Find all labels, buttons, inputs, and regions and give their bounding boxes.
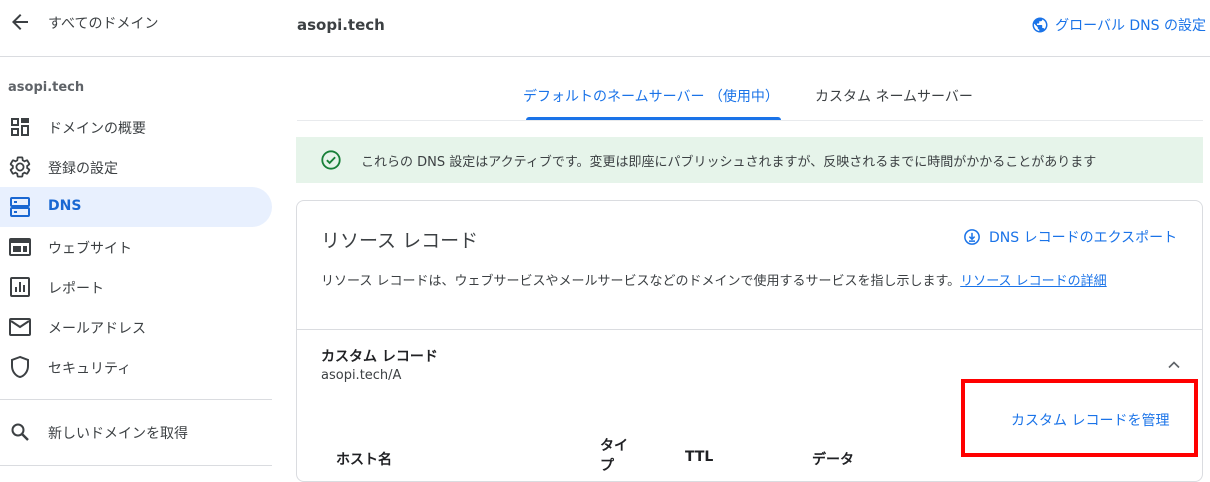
column-header-type: タイプ (600, 438, 628, 474)
sidebar-item-website[interactable]: ウェブサイト (0, 227, 272, 267)
custom-records-title: カスタム レコード (321, 349, 438, 365)
sidebar-item-registration-settings[interactable]: 登録の設定 (0, 147, 272, 187)
export-dns-records-button[interactable]: DNS レコードのエクスポート (963, 227, 1177, 247)
top-bar (0, 0, 1210, 57)
gear-icon (8, 155, 32, 179)
export-label: DNS レコードのエクスポート (989, 230, 1178, 246)
description-text: リソース レコードは、ウェブサービスやメールサービスなどのドメインで使用するサー… (321, 274, 961, 289)
sidebar-item-get-new-domain[interactable]: 新しいドメインを取得 (0, 412, 272, 452)
manage-custom-records-button[interactable]: カスタム レコードを管理 (1011, 410, 1169, 430)
mail-icon (8, 315, 32, 339)
sidebar-item-label: ドメインの概要 (48, 121, 146, 137)
card-divider (297, 329, 1202, 330)
download-icon (963, 228, 981, 246)
dashboard-icon (8, 115, 32, 139)
sidebar-item-label: メールアドレス (48, 321, 146, 337)
sidebar-item-label: セキュリティ (48, 361, 132, 377)
sidebar-item-label: レポート (48, 281, 104, 297)
sidebar-item-label: ウェブサイト (48, 241, 132, 257)
resource-records-details-link[interactable]: リソース レコードの詳細 (960, 274, 1106, 289)
all-domains-link[interactable]: すべてのドメイン (48, 13, 158, 33)
sidebar-item-label: 登録の設定 (48, 161, 118, 177)
resource-description: リソース レコードは、ウェブサービスやメールサービスなどのドメインで使用するサー… (321, 272, 1181, 292)
sidebar-item-overview[interactable]: ドメインの概要 (0, 107, 272, 147)
column-header-hostname: ホスト名 (336, 452, 392, 468)
web-icon (8, 235, 32, 259)
resource-records-title: リソース レコード (321, 230, 479, 252)
dns-icon (8, 195, 32, 219)
page-title: asopi.tech (297, 16, 385, 34)
tab-default-nameservers[interactable]: デフォルトのネームサーバー （使用中） (523, 86, 779, 106)
globe-icon (1031, 16, 1049, 34)
report-icon (8, 275, 32, 299)
banner-text: これらの DNS 設定はアクティブです。変更は即座にパブリッシュされますが、反映… (361, 155, 1097, 170)
global-dns-label: グローバル DNS の設定 (1055, 18, 1206, 34)
global-dns-settings-link[interactable]: グローバル DNS の設定 (1031, 15, 1206, 35)
back-arrow-icon[interactable] (8, 10, 32, 34)
search-icon (8, 420, 32, 444)
sidebar-divider (0, 465, 272, 466)
shield-icon (8, 355, 32, 379)
custom-records-subtitle: asopi.tech/A (321, 368, 402, 383)
tab-divider (297, 120, 1203, 121)
sidebar-item-security[interactable]: セキュリティ (0, 347, 272, 387)
sidebar-divider (0, 399, 272, 400)
column-header-data: データ (812, 452, 854, 468)
check-circle-icon (320, 149, 342, 171)
sidebar-item-email[interactable]: メールアドレス (0, 307, 272, 347)
sidebar-item-label: 新しいドメインを取得 (48, 426, 188, 442)
tab-custom-nameservers[interactable]: カスタム ネームサーバー (815, 86, 973, 106)
chevron-up-icon[interactable] (1164, 355, 1184, 375)
column-header-ttl: TTL (685, 449, 714, 465)
sidebar-item-dns[interactable]: DNS (0, 187, 272, 227)
sidebar-item-label: DNS (48, 198, 82, 214)
sidebar-domain-name: asopi.tech (8, 80, 85, 95)
sidebar-item-reports[interactable]: レポート (0, 267, 272, 307)
